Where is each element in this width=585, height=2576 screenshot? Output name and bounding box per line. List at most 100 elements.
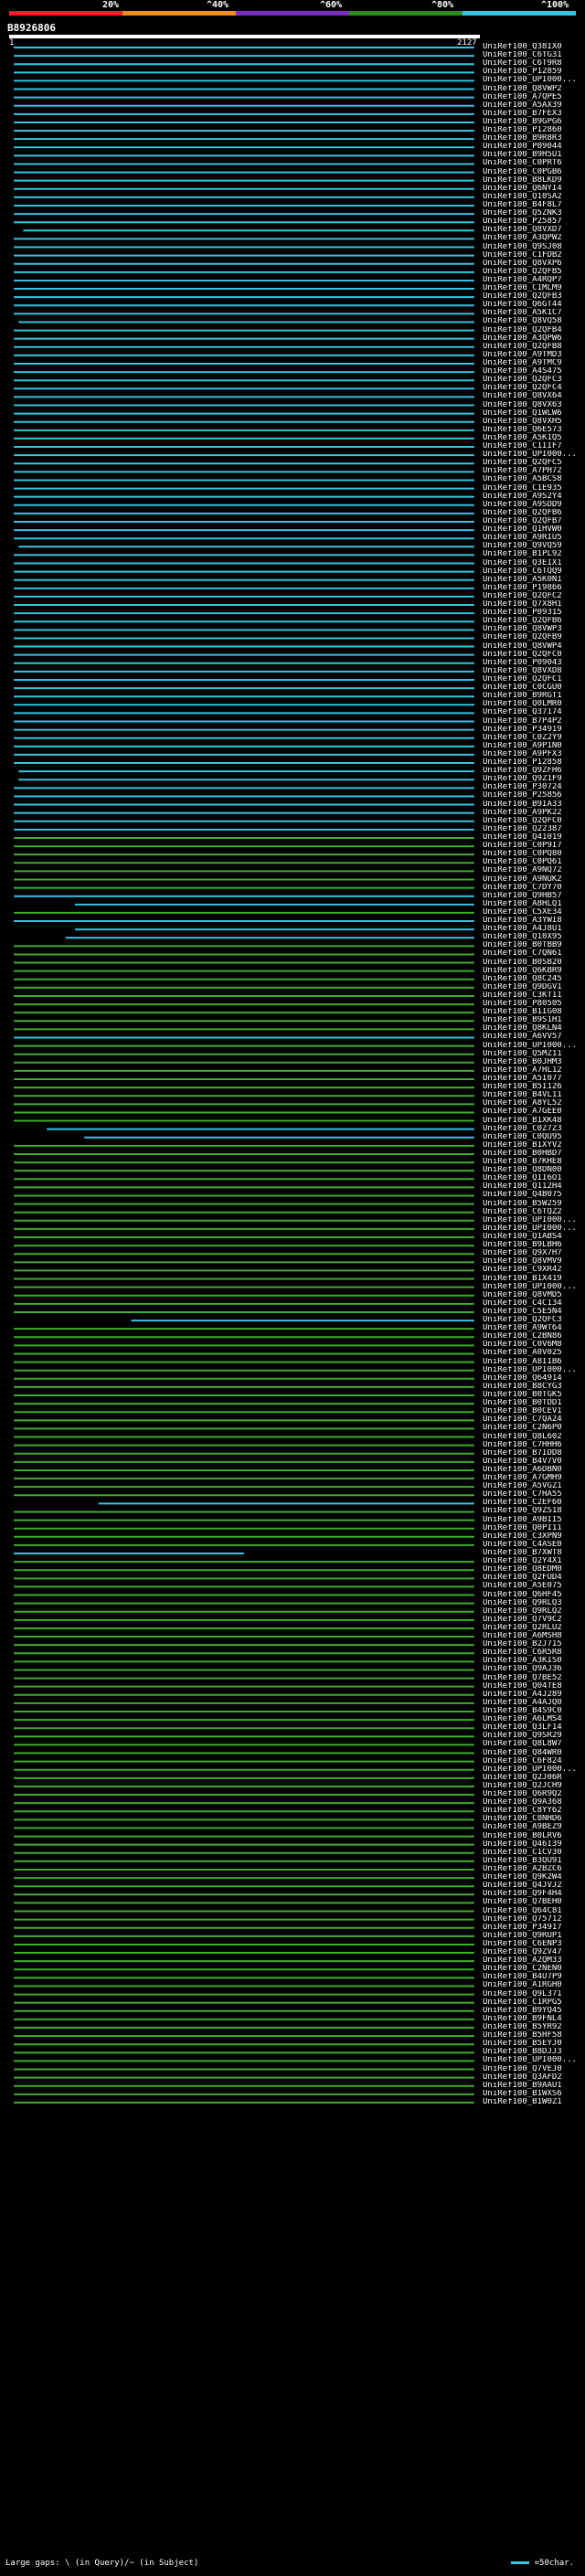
hit-label[interactable]: UniRef100_C5E5N4 [483,1308,583,1316]
hit-label[interactable]: UniRef100_Q112H4 [483,1182,583,1191]
hit-label[interactable]: UniRef100_B5W259 [483,1200,583,1208]
hit-label[interactable]: UniRef100_Q4JVJ2 [483,1882,583,1890]
hit-label[interactable]: UniRef100_Q8VX64 [483,392,583,400]
hit-label[interactable]: UniRef100_A7QPE5 [483,93,583,101]
hit-label[interactable]: UniRef100_A9BII5 [483,1516,583,1524]
hit-label[interactable]: UniRef100_Q2Y4X1 [483,1557,583,1565]
hit-label[interactable]: UniRef100_Q2QFB8 [483,343,583,351]
hit-label[interactable]: UniRef100_B4S9C0 [483,1707,583,1715]
hit-label[interactable]: UniRef100_C6F824 [483,1757,583,1765]
hit-label[interactable]: UniRef100_Q9SJ08 [483,243,583,251]
hit-label[interactable]: UniRef100_C6TQQ9 [483,567,583,576]
hit-label[interactable]: UniRef100_P12859 [483,68,583,76]
hit-label[interactable]: UniRef100_B5EYJ0 [483,2040,583,2048]
hit-label[interactable]: UniRef100_B0JHM3 [483,1058,583,1066]
hit-label[interactable]: UniRef100_A7GMH9 [483,1474,583,1482]
hit-label[interactable]: UniRef100_B1PL92 [483,550,583,558]
hit-label[interactable]: UniRef100_Q8VWP3 [483,625,583,633]
hit-label[interactable]: UniRef100_B1XK48 [483,1117,583,1125]
hit-label[interactable]: UniRef100_C5XE34 [483,908,583,917]
hit-label[interactable]: UniRef100_C2N6P0 [483,1424,583,1432]
hit-label[interactable]: UniRef100_Q9A368 [483,1798,583,1807]
hit-label[interactable]: UniRef100_P19866 [483,584,583,592]
hit-label[interactable]: UniRef100_A4J289 [483,1691,583,1699]
hit-label[interactable]: UniRef100_Q1ABS4 [483,1233,583,1241]
hit-label[interactable]: UniRef100_Q3AFD2 [483,2073,583,2082]
hit-label[interactable]: UniRef100_B1WXS6 [483,2090,583,2098]
hit-label[interactable]: UniRef100_B0TGK5 [483,1391,583,1399]
hit-label[interactable]: UniRef100_Q2QFC3 [483,1316,583,1324]
hit-label[interactable]: UniRef100_C1E935 [483,484,583,493]
hit-label[interactable]: UniRef100_A4J8U1 [483,925,583,933]
hit-label[interactable]: UniRef100_Q5MZ11 [483,1050,583,1058]
hit-label[interactable]: UniRef100_B7P4P2 [483,717,583,726]
hit-label[interactable]: UniRef100_Q9RLQ2 [483,1607,583,1616]
hit-label[interactable]: UniRef100_C8NHD6 [483,1815,583,1823]
hit-label[interactable]: UniRef100_B0LRV6 [483,1832,583,1840]
hit-label[interactable]: UniRef100_A2QM33 [483,1956,583,1965]
hit-label[interactable]: UniRef100_Q0LMR0 [483,700,583,708]
hit-label[interactable]: UniRef100_C4ASE0 [483,1541,583,1549]
hit-label[interactable]: UniRef100_B4F8L7 [483,201,583,209]
hit-label[interactable]: UniRef100_A7PH72 [483,467,583,475]
hit-label[interactable]: UniRef100_B0TBB9 [483,941,583,949]
hit-label[interactable]: UniRef100_B0SB20 [483,959,583,967]
hit-label[interactable]: UniRef100_A9TMD3 [483,351,583,359]
hit-label[interactable]: UniRef100_B8DJJ3 [483,2048,583,2056]
hit-label[interactable]: UniRef100_P09043 [483,659,583,667]
hit-label[interactable]: UniRef100_Q9L371 [483,1990,583,1998]
hit-label[interactable]: UniRef100_C0PQ61 [483,858,583,866]
hit-label[interactable]: UniRef100_Q2QFC0 [483,651,583,659]
hit-label[interactable]: UniRef100_Q37174 [483,708,583,716]
hit-label[interactable]: UniRef100_B1X419 [483,1275,583,1283]
hit-label[interactable]: UniRef100_UPI000... [483,1283,583,1291]
hit-label[interactable]: UniRef100_Q8EDM0 [483,1565,583,1574]
hit-label[interactable]: UniRef100_Q2QFC3 [483,376,583,384]
hit-label[interactable]: UniRef100_Q7BE52 [483,1674,583,1682]
hit-label[interactable]: UniRef100_A9TMC9 [483,359,583,367]
hit-label[interactable]: UniRef100_Q38IX0 [483,43,583,51]
hit-label[interactable]: UniRef100_A5E075 [483,1582,583,1590]
hit-label[interactable]: UniRef100_C7HHH6 [483,1441,583,1449]
hit-label[interactable]: UniRef100_A4S475 [483,367,583,376]
hit-label[interactable]: UniRef100_B9GPG6 [483,118,583,126]
hit-label[interactable]: UniRef100_C7DY70 [483,884,583,892]
hit-label[interactable]: UniRef100_P34919 [483,726,583,734]
hit-label[interactable]: UniRef100_C6TG31 [483,51,583,59]
hit-label[interactable]: UniRef100_A8IIB6 [483,1358,583,1366]
hit-label[interactable]: UniRef100_A9S2Y4 [483,493,583,501]
hit-label[interactable]: UniRef100_B5I126 [483,1083,583,1091]
hit-label[interactable]: UniRef100_Q9ZS18 [483,1507,583,1515]
hit-label[interactable]: UniRef100_P25857 [483,217,583,226]
hit-label[interactable]: UniRef100_Q8VWP2 [483,85,583,93]
hit-label[interactable]: UniRef100_B8CYG3 [483,1383,583,1391]
hit-label[interactable]: UniRef100_Q10SA2 [483,193,583,201]
hit-label[interactable]: UniRef100_P25856 [483,791,583,800]
hit-label[interactable]: UniRef100_A9WT64 [483,1324,583,1332]
hit-label[interactable]: UniRef100_C6TQZ2 [483,1208,583,1216]
hit-label[interactable]: UniRef100_Q2QFB6 [483,617,583,625]
hit-label[interactable]: UniRef100_A9NQ72 [483,866,583,875]
hit-label[interactable]: UniRef100_A2BZC6 [483,1865,583,1873]
hit-label[interactable]: UniRef100_UPI000... [483,1765,583,1774]
hit-label[interactable]: UniRef100_Q8VWP4 [483,642,583,651]
hit-label[interactable]: UniRef100_UPI000... [483,451,583,459]
hit-label[interactable]: UniRef100_UPI000... [483,1224,583,1233]
hit-label[interactable]: UniRef100_A9BEZ9 [483,1823,583,1831]
hit-label[interactable]: UniRef100_A3YWI8 [483,917,583,925]
hit-label[interactable]: UniRef100_B5HF58 [483,2031,583,2040]
hit-label[interactable]: UniRef100_A5K1C7 [483,309,583,317]
hit-label[interactable]: UniRef100_Q8L8W7 [483,1740,583,1748]
hit-label[interactable]: UniRef100_Q8VMD5 [483,1291,583,1299]
hit-label[interactable]: UniRef100_C0Z7Z3 [483,1125,583,1133]
hit-label[interactable]: UniRef100_B1W0Z1 [483,2098,583,2106]
hit-label[interactable]: UniRef100_B0HBD7 [483,1150,583,1158]
hit-label[interactable]: UniRef100_C4C134 [483,1299,583,1308]
hit-label[interactable]: UniRef100_B8LKD9 [483,176,583,185]
hit-label[interactable]: UniRef100_Q9ZV47 [483,1948,583,1956]
hit-label[interactable]: UniRef100_A9NUK2 [483,875,583,884]
hit-label[interactable]: UniRef100_Q2QFC0 [483,817,583,825]
hit-label[interactable]: UniRef100_Q9DGV1 [483,983,583,991]
hit-label[interactable]: UniRef100_B3QU91 [483,1857,583,1865]
hit-label[interactable]: UniRef100_A6VV57 [483,1033,583,1041]
